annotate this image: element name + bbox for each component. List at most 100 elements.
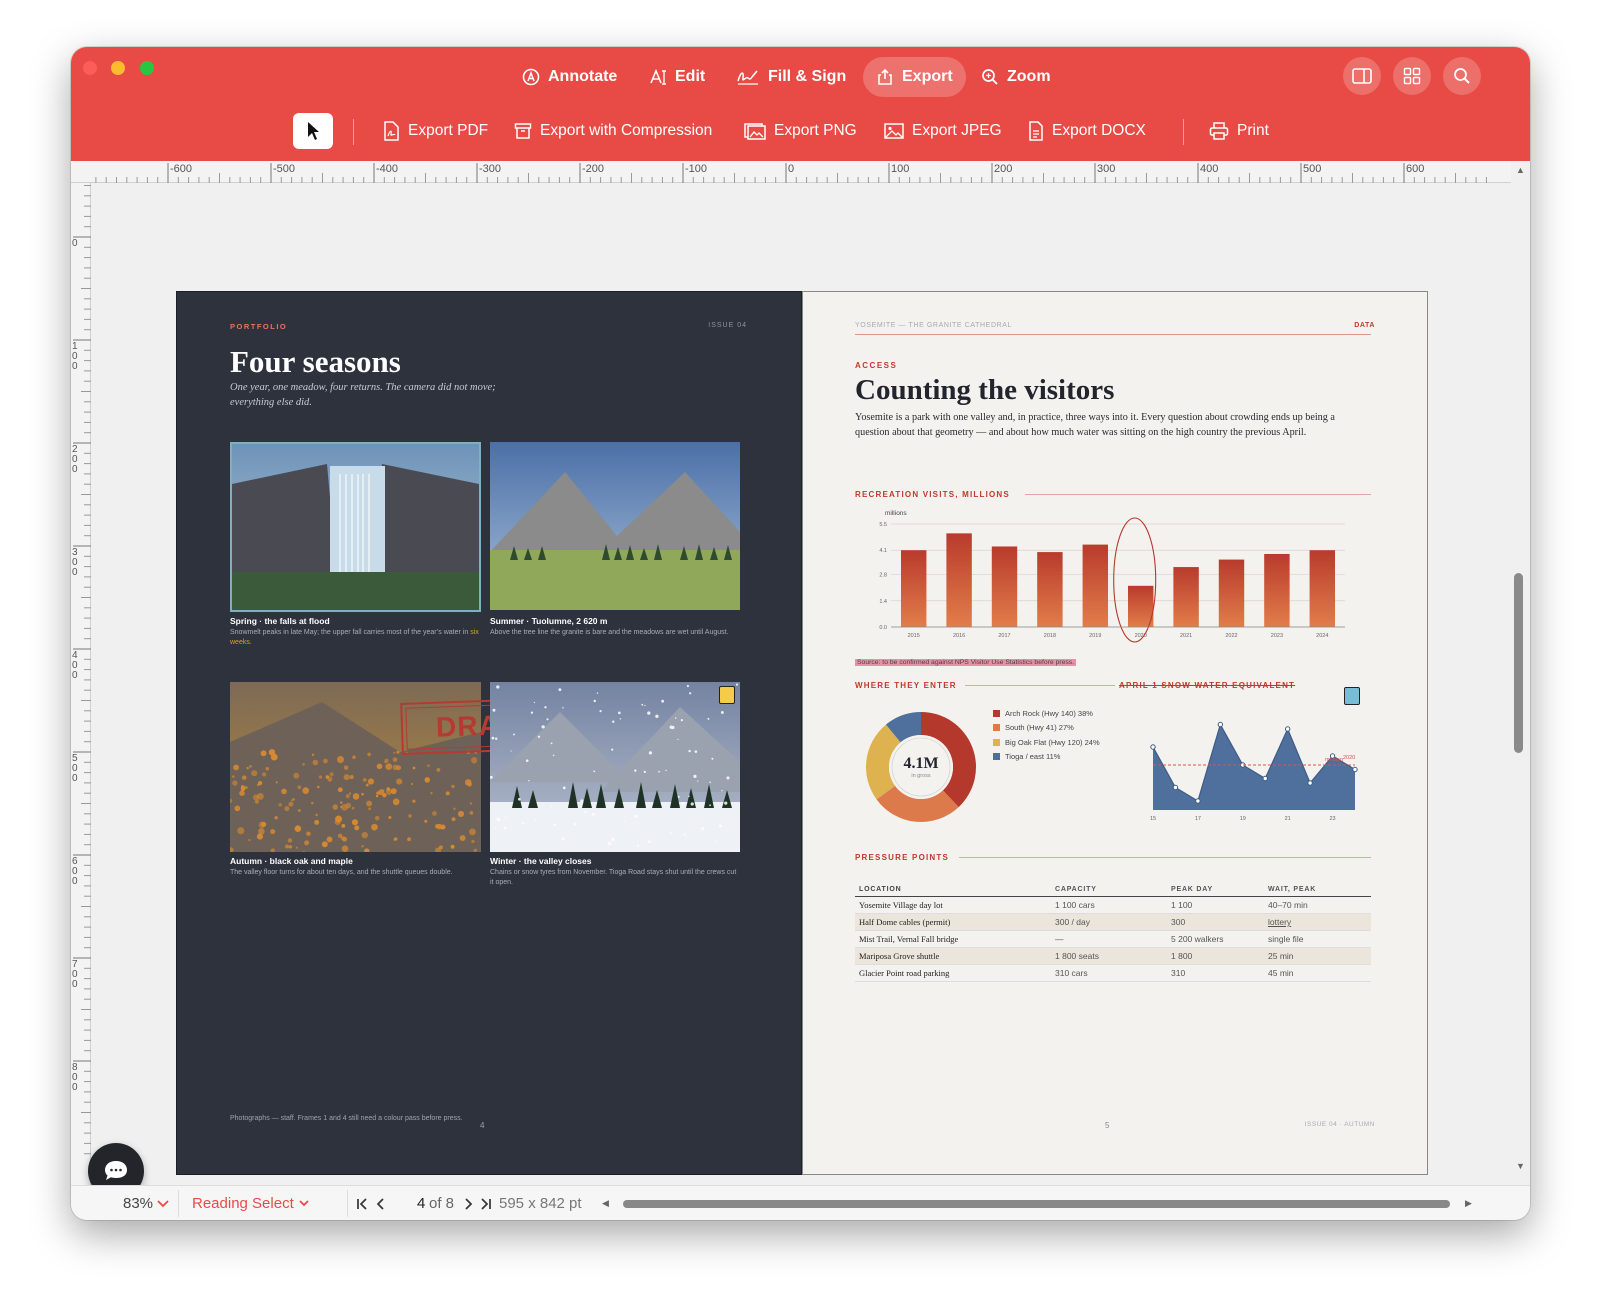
page-footer: ISSUE 04 · AUTUMN [1304,1121,1375,1128]
leaf-dot [270,829,276,835]
snow-dot [683,833,686,836]
photo-caption: Summer · Tuolumne, 2 620 m [490,616,608,626]
leaf-dot [311,801,314,805]
leaf-dot [427,764,430,768]
photo-spring[interactable] [230,442,481,612]
print-button[interactable]: Print [1209,113,1269,149]
leaf-dot [375,794,379,798]
vertical-scroll-thumb[interactable] [1514,573,1523,753]
select-tool-button[interactable] [293,113,333,149]
reading-mode-dropdown[interactable]: Reading Select [192,1186,309,1220]
leaf-dot [314,819,320,825]
page-number-input[interactable]: 4 [417,1186,425,1220]
x-tick-label: 17 [1195,816,1201,822]
sticky-note-icon[interactable] [719,686,735,704]
status-divider [347,1190,348,1217]
waterfall-image [232,444,479,610]
leaf-dot [232,780,238,786]
horizontal-scroll-thumb[interactable] [623,1200,1450,1208]
leaf-dot [381,789,385,792]
y-tick-label: 5.5 [879,522,887,528]
table-cell-link[interactable]: lottery [1268,917,1371,927]
tab-zoom[interactable]: Zoom [968,57,1064,97]
legend-swatch [993,753,1000,761]
tab-annotate[interactable]: Annotate [509,57,630,97]
export-pdf-button[interactable]: Export PDF [382,113,488,149]
export-compression-button[interactable]: Export with Compression [514,113,712,149]
scroll-up-icon[interactable]: ▲ [1516,165,1525,175]
snow-dot [643,770,646,773]
snow-dot [562,706,564,709]
leaf-dot [457,810,465,817]
leaf-dot [451,784,455,789]
visits-bar-chart[interactable]: millions 0.0 1.4 2.8 4.1 5.5 2015 2016 2017 2018 2… [855,507,1371,652]
export-png-button[interactable]: Export PNG [744,113,857,149]
status-bar: 83% Reading Select 4 of 8 595 x 842 pt ◀… [71,1185,1530,1220]
previous-page-button[interactable] [376,1186,386,1220]
chart-heading: RECREATION VISITS, MILLIONS [855,490,1010,499]
snow-area-chart[interactable]: median 2020 15 17 19 21 23 [1141,712,1361,832]
grid-view-button[interactable] [1393,57,1431,95]
scroll-down-icon[interactable]: ▼ [1516,1161,1525,1171]
leaf-dot [349,775,354,780]
page-5[interactable]: YOSEMITE — THE GRANITE CATHEDRAL DATA AC… [802,291,1428,1175]
median-year-label: 2020 [1343,755,1355,761]
sidebar-toggle-button[interactable] [1343,57,1381,95]
issue-label: ISSUE 04 [708,322,747,329]
photo-summer[interactable] [490,442,740,610]
leaf-dot [407,837,411,842]
photo-winter[interactable] [489,682,740,852]
export-jpeg-button[interactable]: Export JPEG [884,113,1002,149]
table-cell: 300 [1171,917,1186,927]
photo-description: Snowmelt peaks in late May; the upper fa… [230,628,480,648]
scroll-left-icon[interactable]: ◀ [602,1186,609,1220]
snow-dot [504,816,507,819]
export-docx-button[interactable]: Export DOCX [1028,113,1146,149]
leaf-dot [302,763,305,766]
leaf-dot [362,778,367,782]
snow-dot [623,820,626,823]
leaf-dot [473,848,477,853]
next-page-button[interactable] [463,1186,473,1220]
leaf-dot [256,833,264,840]
snow-dot [648,751,653,755]
leaf-dot [240,785,245,790]
table-cell: Half Dome cables (permit) [859,917,951,927]
leaf-dot [471,839,475,843]
header-rule [855,334,1371,335]
x-tick-label: 2019 [1089,633,1101,639]
bar [1037,552,1063,627]
tab-edit[interactable]: Edit [636,57,718,97]
search-button[interactable] [1443,57,1481,95]
leaf-dot [430,791,433,795]
first-page-button[interactable] [356,1186,368,1220]
vertical-scrollbar[interactable]: ▲ ▼ [1511,161,1530,1185]
ruler-label: -600 [170,163,192,175]
table-cell: 310 [1171,968,1186,978]
leaf-dot [351,819,358,826]
source-note-highlight[interactable]: Source: to be confirmed against NPS Visi… [855,659,1077,666]
page-4[interactable]: PORTFOLIO ISSUE 04 Four seasons One year… [176,291,802,1175]
x-tick-label: 2023 [1271,633,1283,639]
donut-legend: Arch Rock (Hwy 140) 38% South (Hwy 41) 27… [993,706,1143,764]
document-canvas[interactable]: -600 -500 -400 -300 -200 -100 0 100 200 300 400 500… [71,161,1530,1201]
snow-dot [612,720,615,723]
leaf-dot [385,788,393,795]
scroll-right-icon[interactable]: ▶ [1465,1186,1472,1220]
snow-dot [522,822,525,825]
photo-description-text: Snowmelt peaks in late May; the upper fa… [230,629,469,636]
snow-dot [530,711,534,714]
x-tick-label: 2018 [1044,633,1056,639]
last-page-button[interactable] [480,1186,492,1220]
leaf-dot [337,787,343,793]
tab-export[interactable]: Export [863,57,966,97]
table-cell: — [1055,934,1064,944]
zoom-dropdown[interactable]: 83% [123,1186,169,1220]
sticky-note-icon[interactable] [1344,687,1360,705]
table-cell: 1 100 [1171,900,1193,910]
ruler-label: 0 [72,361,78,372]
table-cell: 310 cars [1055,968,1088,978]
share-icon [878,68,892,85]
leaf-dot [297,785,302,790]
tab-fill-sign[interactable]: Fill & Sign [723,57,859,97]
